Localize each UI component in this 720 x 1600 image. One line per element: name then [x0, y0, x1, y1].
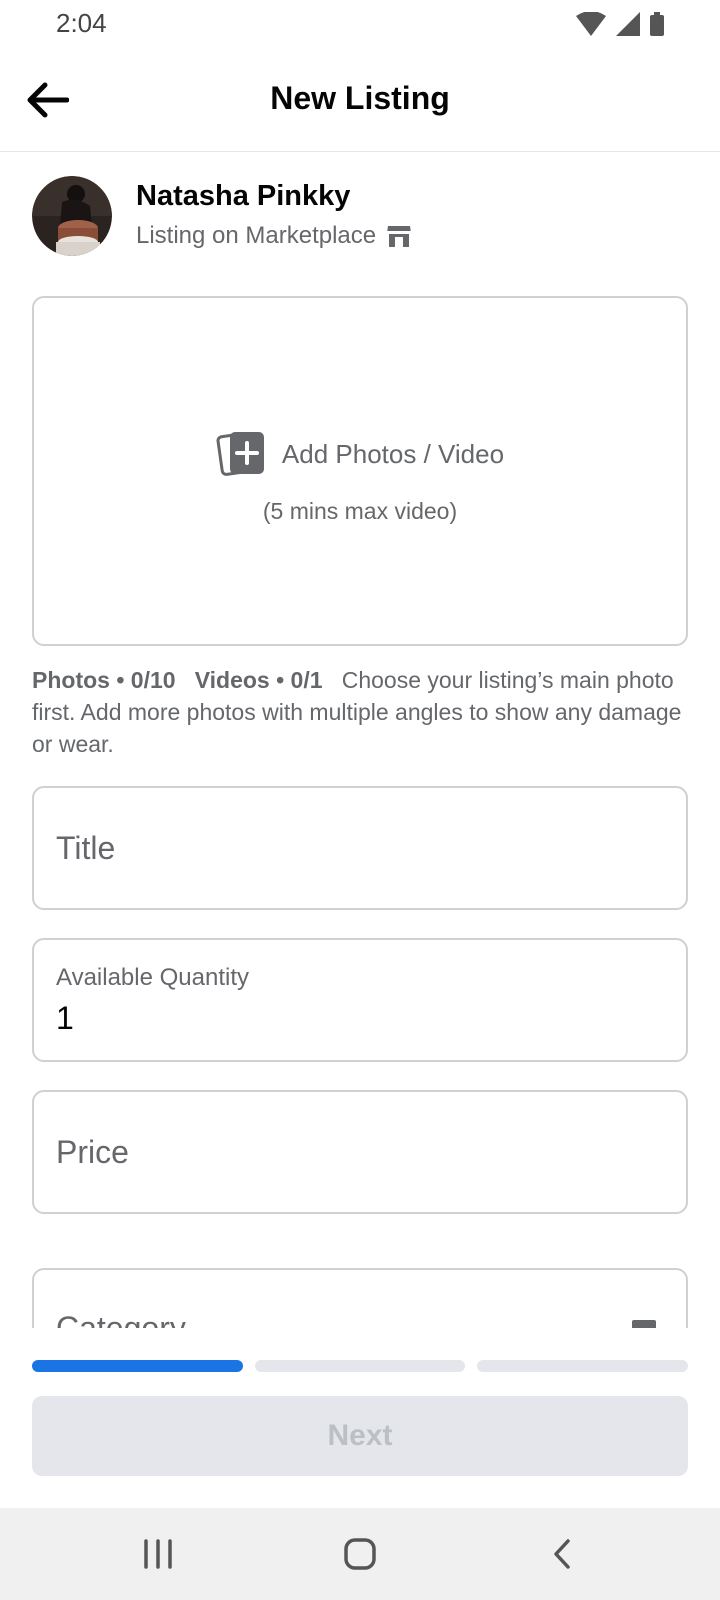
- marketplace-icon: [387, 226, 412, 247]
- page-title: New Listing: [270, 80, 450, 116]
- category-field[interactable]: Category: [32, 1268, 688, 1328]
- videos-count: Videos • 0/1: [194, 667, 323, 693]
- recent-apps-icon: [144, 1539, 172, 1569]
- price-field[interactable]: Price: [32, 1090, 688, 1214]
- progress-step-1: [32, 1360, 243, 1372]
- profile-header: Natasha Pinkky Listing on Marketplace: [32, 176, 692, 256]
- status-time: 2:04: [56, 8, 107, 38]
- status-icons: [576, 12, 664, 36]
- category-placeholder: Category: [56, 1310, 186, 1328]
- dropdown-icon: [632, 1320, 656, 1328]
- home-button[interactable]: [330, 1534, 390, 1574]
- battery-icon: [650, 12, 664, 36]
- next-button[interactable]: Next: [32, 1396, 688, 1476]
- media-helper-text: Photos • 0/10 Videos • 0/1 Choose your l…: [32, 664, 692, 760]
- chevron-left-icon: [554, 1539, 570, 1569]
- title-field[interactable]: Title: [32, 786, 688, 910]
- listing-location-label: Listing on Marketplace: [136, 222, 377, 249]
- system-back-button[interactable]: [532, 1534, 592, 1574]
- progress-step-2: [254, 1360, 466, 1372]
- title-placeholder: Title: [56, 830, 116, 866]
- add-media-label: Add Photos / Video: [281, 438, 505, 469]
- step-progress: [32, 1360, 689, 1372]
- profile-name: Natasha Pinkky: [136, 180, 351, 212]
- quantity-field[interactable]: Available Quantity 1: [32, 938, 688, 1062]
- system-nav-bar: [0, 1508, 720, 1600]
- add-media-area[interactable]: Add Photos / Video (5 mins max video): [32, 296, 688, 646]
- add-photo-icon: [216, 432, 264, 476]
- video-limit-note: (5 mins max video): [262, 498, 458, 524]
- scroll-clip: Category: [0, 1268, 720, 1328]
- progress-step-3: [477, 1360, 689, 1372]
- profile-subtitle: Listing on Marketplace: [136, 222, 412, 250]
- add-media-row: Add Photos / Video: [216, 430, 504, 478]
- avatar[interactable]: [32, 176, 112, 256]
- app-bar: New Listing: [0, 48, 720, 152]
- wifi-icon: [576, 12, 606, 36]
- quantity-value: 1: [56, 1000, 74, 1036]
- home-icon: [344, 1538, 376, 1570]
- price-placeholder: Price: [56, 1134, 129, 1170]
- signal-icon: [616, 12, 640, 36]
- photos-count: Photos • 0/10: [32, 667, 176, 693]
- quantity-label: Available Quantity: [56, 964, 250, 991]
- status-bar: 2:04: [0, 0, 720, 48]
- add-media-content: Add Photos / Video (5 mins max video): [34, 430, 686, 525]
- avatar-image: [32, 176, 112, 256]
- recent-apps-button[interactable]: [128, 1534, 188, 1574]
